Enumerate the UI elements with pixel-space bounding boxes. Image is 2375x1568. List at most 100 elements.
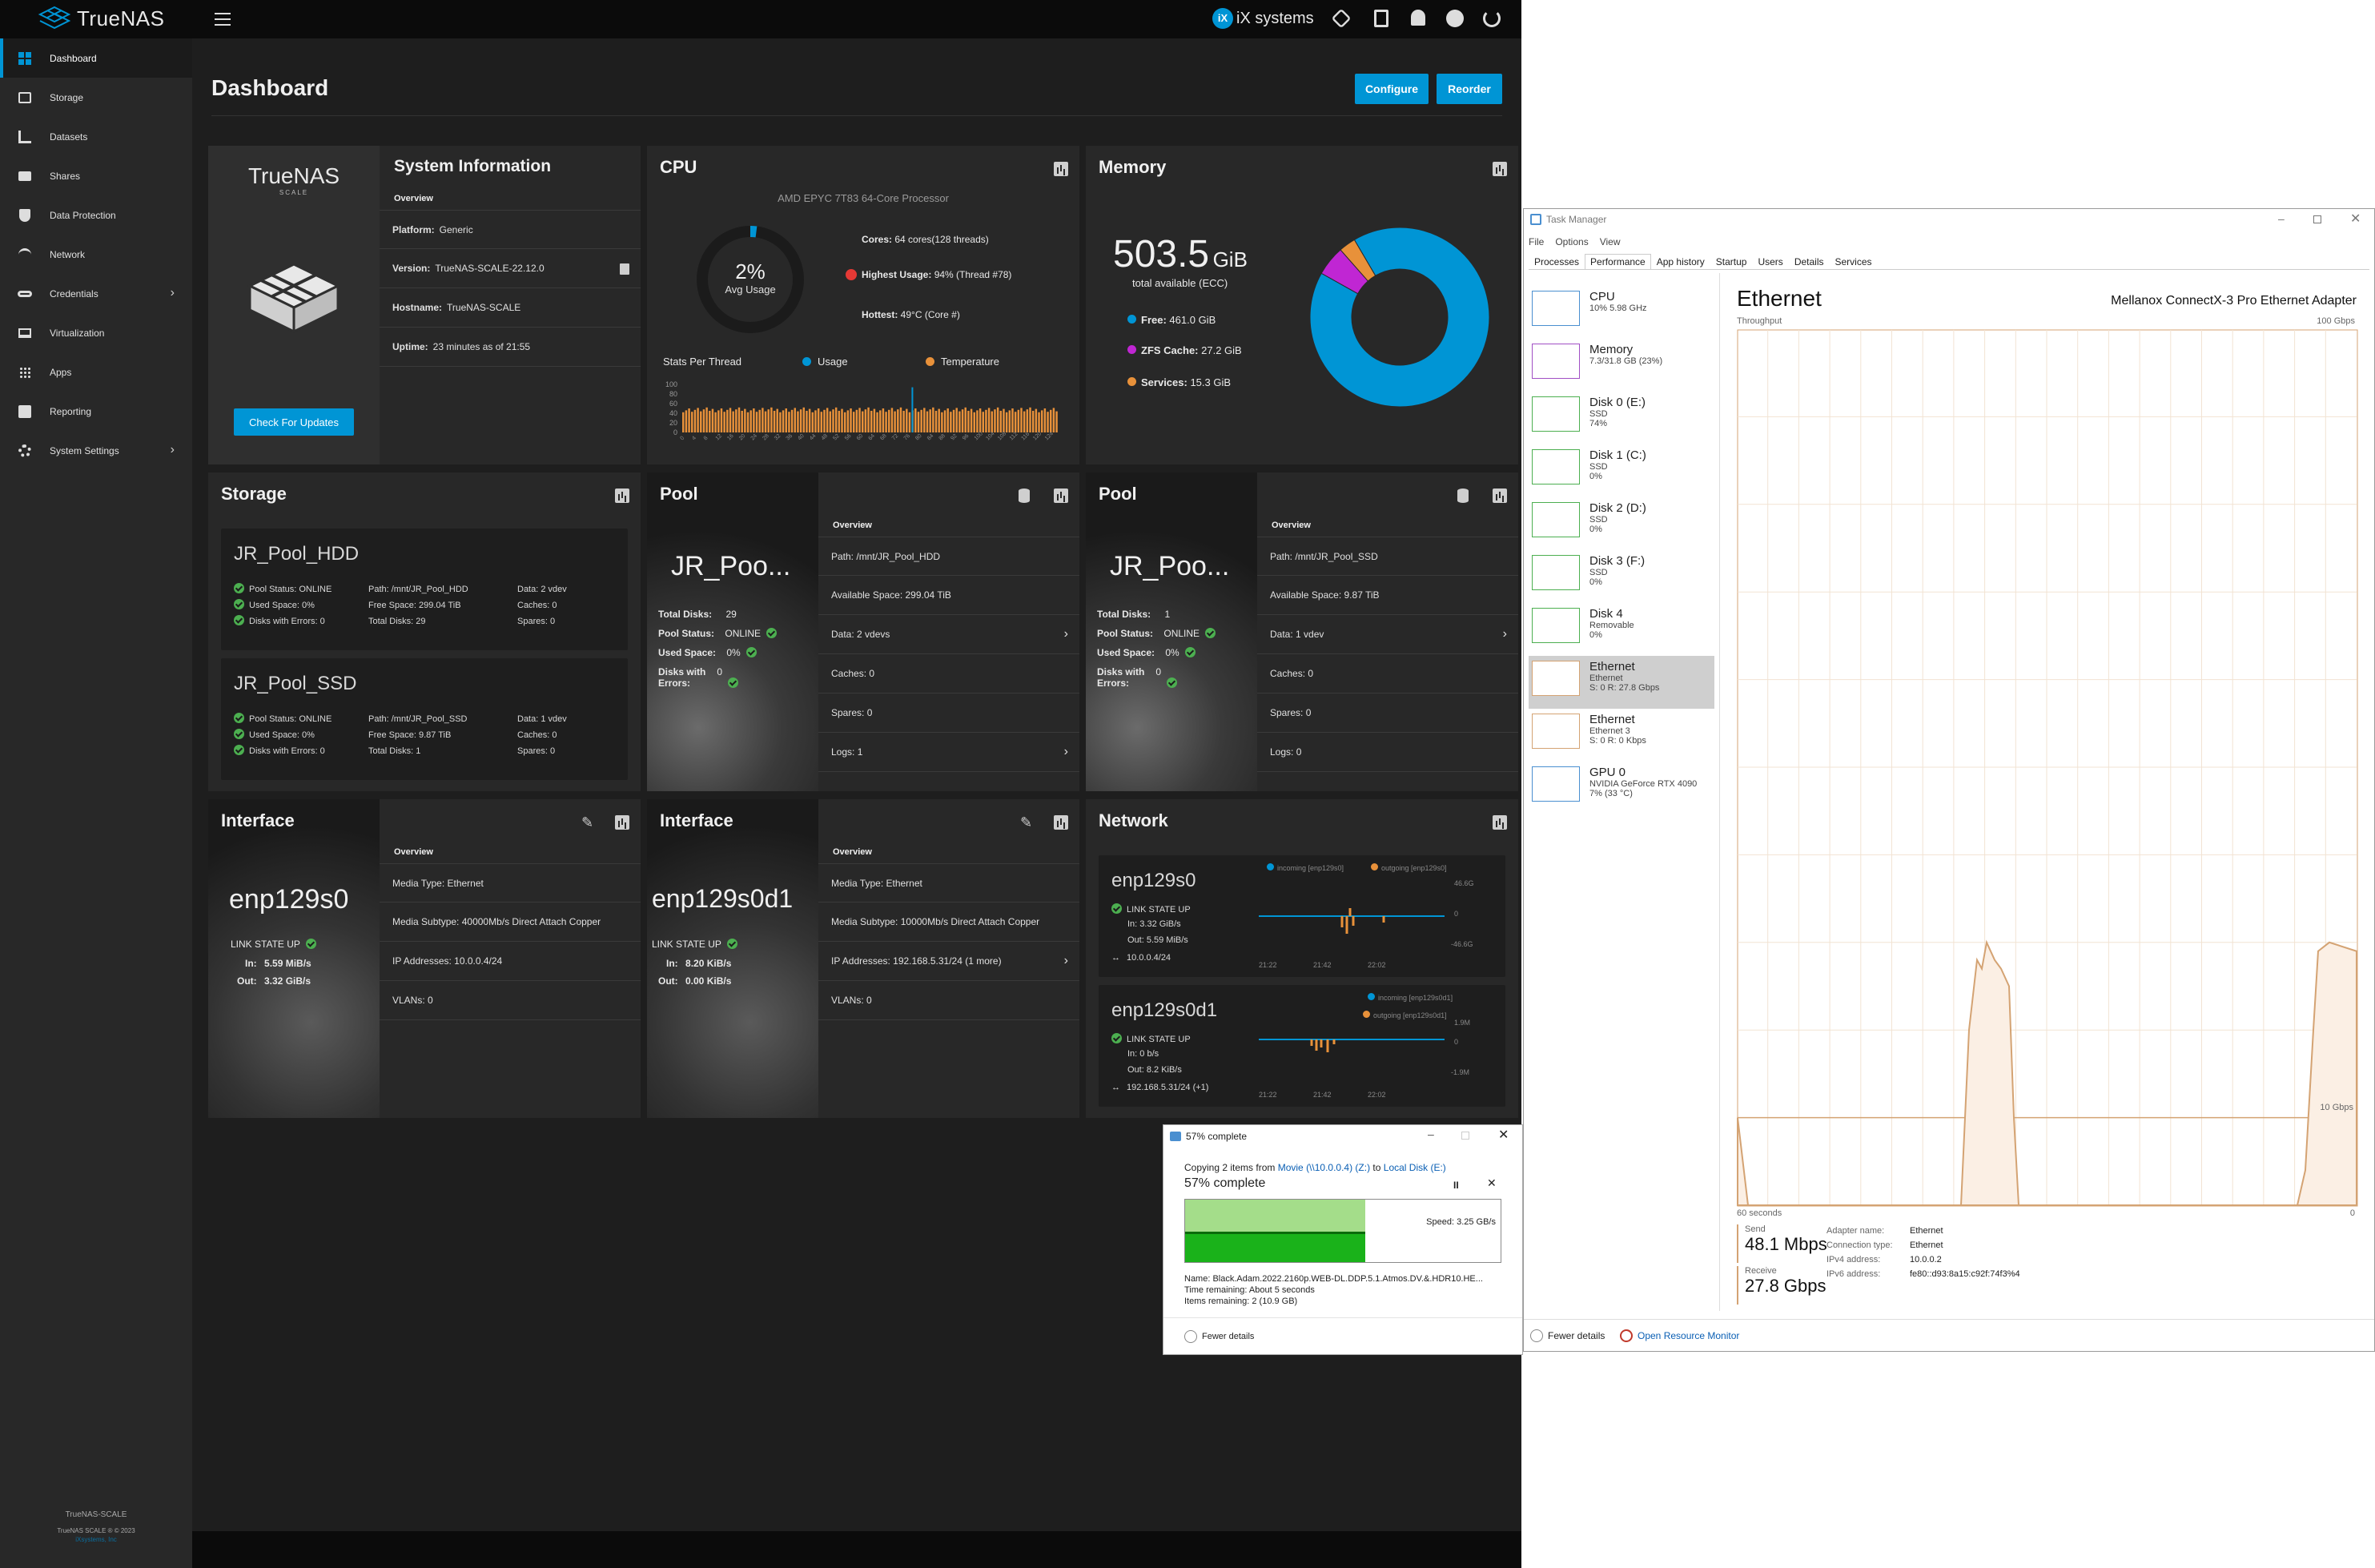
sidebar-item-label: Network xyxy=(50,248,86,260)
pool-data-row[interactable]: Data: 1 vdev › xyxy=(1257,615,1518,654)
x-tick-label: 28 xyxy=(762,433,770,442)
tm-tab-processes[interactable]: Processes xyxy=(1529,254,1585,269)
tm-perf-item-8[interactable]: Ethernet Ethernet 3 S: 0 R: 0 Kbps xyxy=(1529,709,1714,762)
tm-perf-item-2[interactable]: Disk 0 (E:) SSD 74% xyxy=(1529,392,1714,444)
sidebar-item-data-protection[interactable]: Data Protection xyxy=(0,195,192,235)
storage-pool-summary[interactable]: JR_Pool_SSD Pool Status: ONLINE Used Space… xyxy=(221,658,628,780)
sidebar-item-system-settings[interactable]: System Settings › xyxy=(0,431,192,470)
copy-source-link[interactable]: Movie (\\10.0.0.4) (Z:) xyxy=(1278,1162,1370,1173)
tm-tab-services[interactable]: Services xyxy=(1830,254,1878,269)
notifications-bell-icon[interactable] xyxy=(1411,10,1425,26)
pool-overview: Overview xyxy=(833,521,872,530)
tm-menu-file[interactable]: File xyxy=(1529,236,1544,247)
tm-menu-options[interactable]: Options xyxy=(1555,236,1588,247)
close-icon[interactable]: ✕ xyxy=(1498,1127,1509,1143)
copy-fewer-details[interactable]: Fewer details xyxy=(1202,1332,1254,1341)
network-nic-summary[interactable]: enp129s0d1 LINK STATE UP In: 0 b/s Out: 8.2… xyxy=(1099,985,1505,1107)
sidebar-item-datasets[interactable]: Datasets xyxy=(0,117,192,156)
power-icon[interactable] xyxy=(1483,10,1501,27)
copy-dialog-title: 57% complete xyxy=(1186,1131,1248,1142)
footer-company[interactable]: iXsystems, Inc xyxy=(0,1536,192,1543)
tm-menu-view[interactable]: View xyxy=(1600,236,1621,247)
sidebar-item-reporting[interactable]: Reporting xyxy=(0,392,192,431)
tm-tab-app-history[interactable]: App history xyxy=(1651,254,1710,269)
pool-logs-row[interactable]: Logs: 1 › xyxy=(818,733,1079,772)
menu-toggle-icon[interactable] xyxy=(215,13,231,26)
reorder-button[interactable]: Reorder xyxy=(1437,74,1502,104)
database-icon[interactable] xyxy=(1457,488,1469,503)
x-tick-label: 21:42 xyxy=(1313,961,1332,969)
pause-icon[interactable]: II xyxy=(1453,1180,1459,1191)
x-tick-label: 8 xyxy=(703,436,709,442)
interface-reports-icon[interactable] xyxy=(1054,815,1068,830)
sidebar-item-shares[interactable]: Shares xyxy=(0,156,192,195)
link-state: LINK STATE UP xyxy=(652,939,742,950)
tm-perf-item-4[interactable]: Disk 2 (D:) SSD 0% xyxy=(1529,497,1714,550)
open-resource-monitor-link[interactable]: Open Resource Monitor xyxy=(1638,1330,1739,1341)
sysinfo-logo-panel: TrueNAS SCALE Check For Updates xyxy=(208,146,380,464)
minimize-icon[interactable]: – xyxy=(1428,1128,1434,1140)
memory-reports-icon[interactable] xyxy=(1493,162,1507,176)
ixsystems-logo[interactable]: iX iX systems xyxy=(1212,8,1314,29)
check-for-updates-button[interactable]: Check For Updates xyxy=(234,408,354,436)
database-icon[interactable] xyxy=(1019,488,1030,503)
thread-temp-bar xyxy=(979,408,982,432)
pool-data-row[interactable]: Data: 2 vdevs › xyxy=(818,615,1079,654)
tm-perf-item-6[interactable]: Disk 4 Removable 0% xyxy=(1529,603,1714,656)
tm-perf-item-7[interactable]: Ethernet Ethernet S: 0 R: 27.8 Gbps xyxy=(1529,656,1714,709)
sidebar-item-dashboard[interactable]: Dashboard xyxy=(0,38,192,78)
tm-thumb-graph xyxy=(1532,502,1580,537)
sidebar-item-apps[interactable]: Apps xyxy=(0,352,192,392)
tm-perf-item-3[interactable]: Disk 1 (C:) SSD 0% xyxy=(1529,444,1714,497)
sidebar-item-label: Reporting xyxy=(50,405,92,417)
fewer-details-chevron-icon[interactable] xyxy=(1184,1330,1197,1343)
thread-temp-bar xyxy=(1029,407,1031,432)
sidebar-item-label: Virtualization xyxy=(50,327,105,339)
tm-tab-details[interactable]: Details xyxy=(1789,254,1830,269)
configure-button[interactable]: Configure xyxy=(1355,74,1429,104)
ip-addresses-row[interactable]: IP Addresses: 192.168.5.31/24 (1 more) › xyxy=(818,942,1079,981)
tm-tab-startup[interactable]: Startup xyxy=(1710,254,1753,269)
maximize-icon[interactable] xyxy=(2313,215,2321,223)
y-tick-label: 80 xyxy=(669,390,677,398)
edit-pencil-icon[interactable]: ✎ xyxy=(1020,815,1035,830)
storage-reports-icon[interactable] xyxy=(615,488,629,503)
cancel-copy-icon[interactable]: ✕ xyxy=(1487,1176,1497,1190)
fewer-details-link[interactable]: Fewer details xyxy=(1548,1330,1605,1341)
jobs-clipboard-icon[interactable] xyxy=(1374,10,1388,27)
tm-tab-performance[interactable]: Performance xyxy=(1585,254,1651,269)
tm-perf-item-9[interactable]: GPU 0 NVIDIA GeForce RTX 4090 7% (33 °C) xyxy=(1529,762,1714,814)
copy-destination-link[interactable]: Local Disk (E:) xyxy=(1384,1162,1446,1173)
interface-overview: Overview xyxy=(394,847,433,857)
truecommand-icon[interactable] xyxy=(1331,8,1352,29)
storage-pool-summary[interactable]: JR_Pool_HDD Pool Status: ONLINE Used Space… xyxy=(221,529,628,650)
tm-perf-item-5[interactable]: Disk 3 (F:) SSD 0% xyxy=(1529,550,1714,603)
tm-perf-item-1[interactable]: Memory 7.3/31.8 GB (23%) xyxy=(1529,339,1714,392)
tm-tab-users[interactable]: Users xyxy=(1752,254,1788,269)
sidebar-item-network[interactable]: Network xyxy=(0,235,192,274)
copy-version-icon[interactable] xyxy=(620,263,629,275)
minimize-icon[interactable]: – xyxy=(2278,212,2285,225)
pool-reports-icon[interactable] xyxy=(1493,488,1507,503)
thread-temp-bar xyxy=(938,408,940,432)
thread-temp-bar xyxy=(999,411,1003,432)
cpu-reports-icon[interactable] xyxy=(1054,162,1068,176)
pool-reports-icon[interactable] xyxy=(1054,488,1068,503)
account-circle-icon[interactable] xyxy=(1446,10,1464,27)
nic-link-state: LINK STATE UP xyxy=(1111,903,1191,915)
interface-reports-icon[interactable] xyxy=(615,815,629,830)
sidebar-item-credentials[interactable]: Credentials › xyxy=(0,274,192,313)
thread-temp-bar xyxy=(744,408,746,432)
sidebar-item-virtualization[interactable]: Virtualization xyxy=(0,313,192,352)
network-reports-icon[interactable] xyxy=(1493,815,1507,830)
fewer-details-chevron-icon[interactable] xyxy=(1530,1329,1543,1342)
close-icon[interactable]: ✕ xyxy=(2350,211,2361,227)
thread-temp-bar xyxy=(923,408,926,432)
network-nic-summary[interactable]: enp129s0 LINK STATE UP In: 3.32 GiB/s Out: … xyxy=(1099,855,1505,977)
sidebar-item-storage[interactable]: Storage xyxy=(0,78,192,117)
tm-perf-item-0[interactable]: CPU 10% 5.98 GHz xyxy=(1529,286,1714,339)
pool-data: Data: 1 vdev xyxy=(517,714,567,724)
edit-pencil-icon[interactable]: ✎ xyxy=(581,815,596,830)
truenas-logo[interactable]: TrueNAS xyxy=(37,5,164,32)
footer-copyright[interactable]: TrueNAS SCALE ® © 2023 xyxy=(0,1527,192,1534)
